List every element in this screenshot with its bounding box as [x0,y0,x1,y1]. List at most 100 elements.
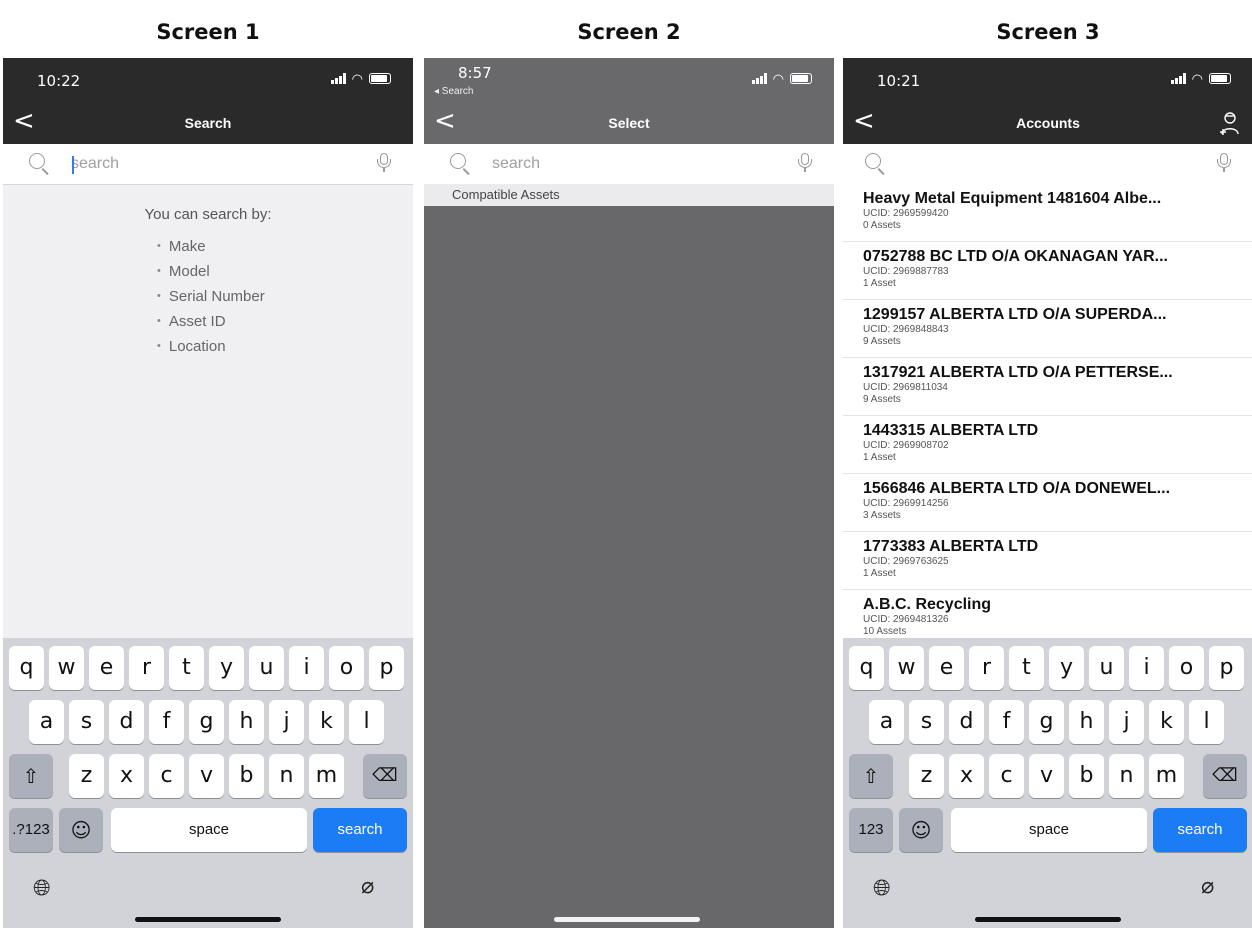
key-a[interactable]: a [29,700,64,744]
list-item[interactable]: 1773383 ALBERTA LTD UCID: 2969763625 1 A… [843,532,1252,590]
globe-icon[interactable]: 🌐︎ [873,876,891,901]
back-to-app-link[interactable]: ◂ Search [434,86,473,97]
space-key[interactable]: space [951,808,1147,852]
key-k[interactable]: k [309,700,344,744]
key-b[interactable]: b [229,754,264,798]
microphone-icon[interactable] [1217,153,1231,173]
status-icons: ◠ [1170,72,1231,85]
key-t[interactable]: t [1009,646,1044,690]
key-c[interactable]: c [149,754,184,798]
key-x[interactable]: x [949,754,984,798]
search-input[interactable] [911,152,1191,176]
space-key[interactable]: space [111,808,307,852]
list-item[interactable]: 1299157 ALBERTA LTD O/A SUPERDA... UCID:… [843,300,1252,358]
key-o[interactable]: o [1169,646,1204,690]
key-g[interactable]: g [1029,700,1064,744]
key-p[interactable]: p [369,646,404,690]
key-v[interactable]: v [1029,754,1064,798]
key-j[interactable]: j [1109,700,1144,744]
status-bar: 10:21 ◠ [843,58,1252,100]
key-e[interactable]: e [89,646,124,690]
key-h[interactable]: h [1069,700,1104,744]
key-t[interactable]: t [169,646,204,690]
key-m[interactable]: m [1149,754,1184,798]
account-name: 1443315 ALBERTA LTD [863,422,1039,439]
search-input[interactable] [492,152,772,176]
key-x[interactable]: x [109,754,144,798]
microphone-icon[interactable] [798,153,812,173]
key-r[interactable]: r [129,646,164,690]
key-n[interactable]: n [1109,754,1144,798]
list-item[interactable]: Heavy Metal Equipment 1481604 Albe... UC… [843,184,1252,242]
search-hint-title: You can search by: [144,206,272,223]
search-icon [450,153,466,169]
key-o[interactable]: o [329,646,364,690]
key-h[interactable]: h [229,700,264,744]
emoji-icon[interactable]: ☺ [59,808,103,852]
key-z[interactable]: z [69,754,104,798]
key-w[interactable]: w [889,646,924,690]
key-c[interactable]: c [989,754,1024,798]
key-f[interactable]: f [989,700,1024,744]
key-g[interactable]: g [189,700,224,744]
key-w[interactable]: w [49,646,84,690]
key-y[interactable]: y [209,646,244,690]
list-item[interactable]: 1566846 ALBERTA LTD O/A DONEWEL... UCID:… [843,474,1252,532]
key-j[interactable]: j [269,700,304,744]
account-name: 1317921 ALBERTA LTD O/A PETTERSE... [863,364,1173,381]
key-b[interactable]: b [1069,754,1104,798]
key-n[interactable]: n [269,754,304,798]
key-q[interactable]: q [849,646,884,690]
search-key[interactable]: search [1153,808,1247,852]
key-u[interactable]: u [249,646,284,690]
numbers-key[interactable]: .?123 [9,808,53,852]
key-s[interactable]: s [69,700,104,744]
search-key[interactable]: search [313,808,407,852]
shift-icon[interactable]: ⇧ [9,754,53,798]
key-i[interactable]: i [1129,646,1164,690]
numbers-key[interactable]: 123 [849,808,893,852]
globe-icon[interactable]: 🌐︎ [33,876,51,901]
emoji-icon[interactable]: ☺ [899,808,943,852]
microphone-icon[interactable] [377,153,391,173]
key-a[interactable]: a [869,700,904,744]
key-u[interactable]: u [1089,646,1124,690]
key-l[interactable]: l [349,700,384,744]
shift-icon[interactable]: ⇧ [849,754,893,798]
account-ucid: UCID: 2969848843 [863,324,949,335]
key-v[interactable]: v [189,754,224,798]
account-asset-count: 3 Assets [863,510,901,521]
dictation-icon[interactable]: ⌀ [361,874,374,899]
list-item[interactable]: 0752788 BC LTD O/A OKANAGAN YAR... UCID:… [843,242,1252,300]
list-item[interactable]: 1443315 ALBERTA LTD UCID: 2969908702 1 A… [843,416,1252,474]
list-item[interactable]: A.B.C. Recycling UCID: 2969481326 10 Ass… [843,590,1252,638]
key-d[interactable]: d [109,700,144,744]
search-input[interactable] [71,152,351,176]
key-m[interactable]: m [309,754,344,798]
key-z[interactable]: z [909,754,944,798]
list-item: Make [157,234,265,259]
account-ucid: UCID: 2969811034 [863,382,948,393]
search-hint-list: Make Model Serial Number Asset ID Locati… [157,234,265,359]
list-item: Asset ID [157,309,265,334]
key-r[interactable]: r [969,646,1004,690]
add-user-icon[interactable] [1219,110,1241,136]
key-s[interactable]: s [909,700,944,744]
screen-2: 8:57 ◂ Search ◠ < Select Compatible Asse… [424,58,834,928]
account-ucid: UCID: 2969763625 [863,556,949,567]
key-q[interactable]: q [9,646,44,690]
key-k[interactable]: k [1149,700,1184,744]
delete-icon[interactable]: ⌫ [1203,754,1247,798]
delete-icon[interactable]: ⌫ [363,754,407,798]
key-l[interactable]: l [1189,700,1224,744]
dictation-icon[interactable]: ⌀ [1201,874,1214,899]
key-y[interactable]: y [1049,646,1084,690]
list-item[interactable]: 1317921 ALBERTA LTD O/A PETTERSE... UCID… [843,358,1252,416]
key-i[interactable]: i [289,646,324,690]
key-e[interactable]: e [929,646,964,690]
account-asset-count: 1 Asset [863,278,896,289]
wifi-icon: ◠ [351,71,363,86]
key-p[interactable]: p [1209,646,1244,690]
key-f[interactable]: f [149,700,184,744]
key-d[interactable]: d [949,700,984,744]
